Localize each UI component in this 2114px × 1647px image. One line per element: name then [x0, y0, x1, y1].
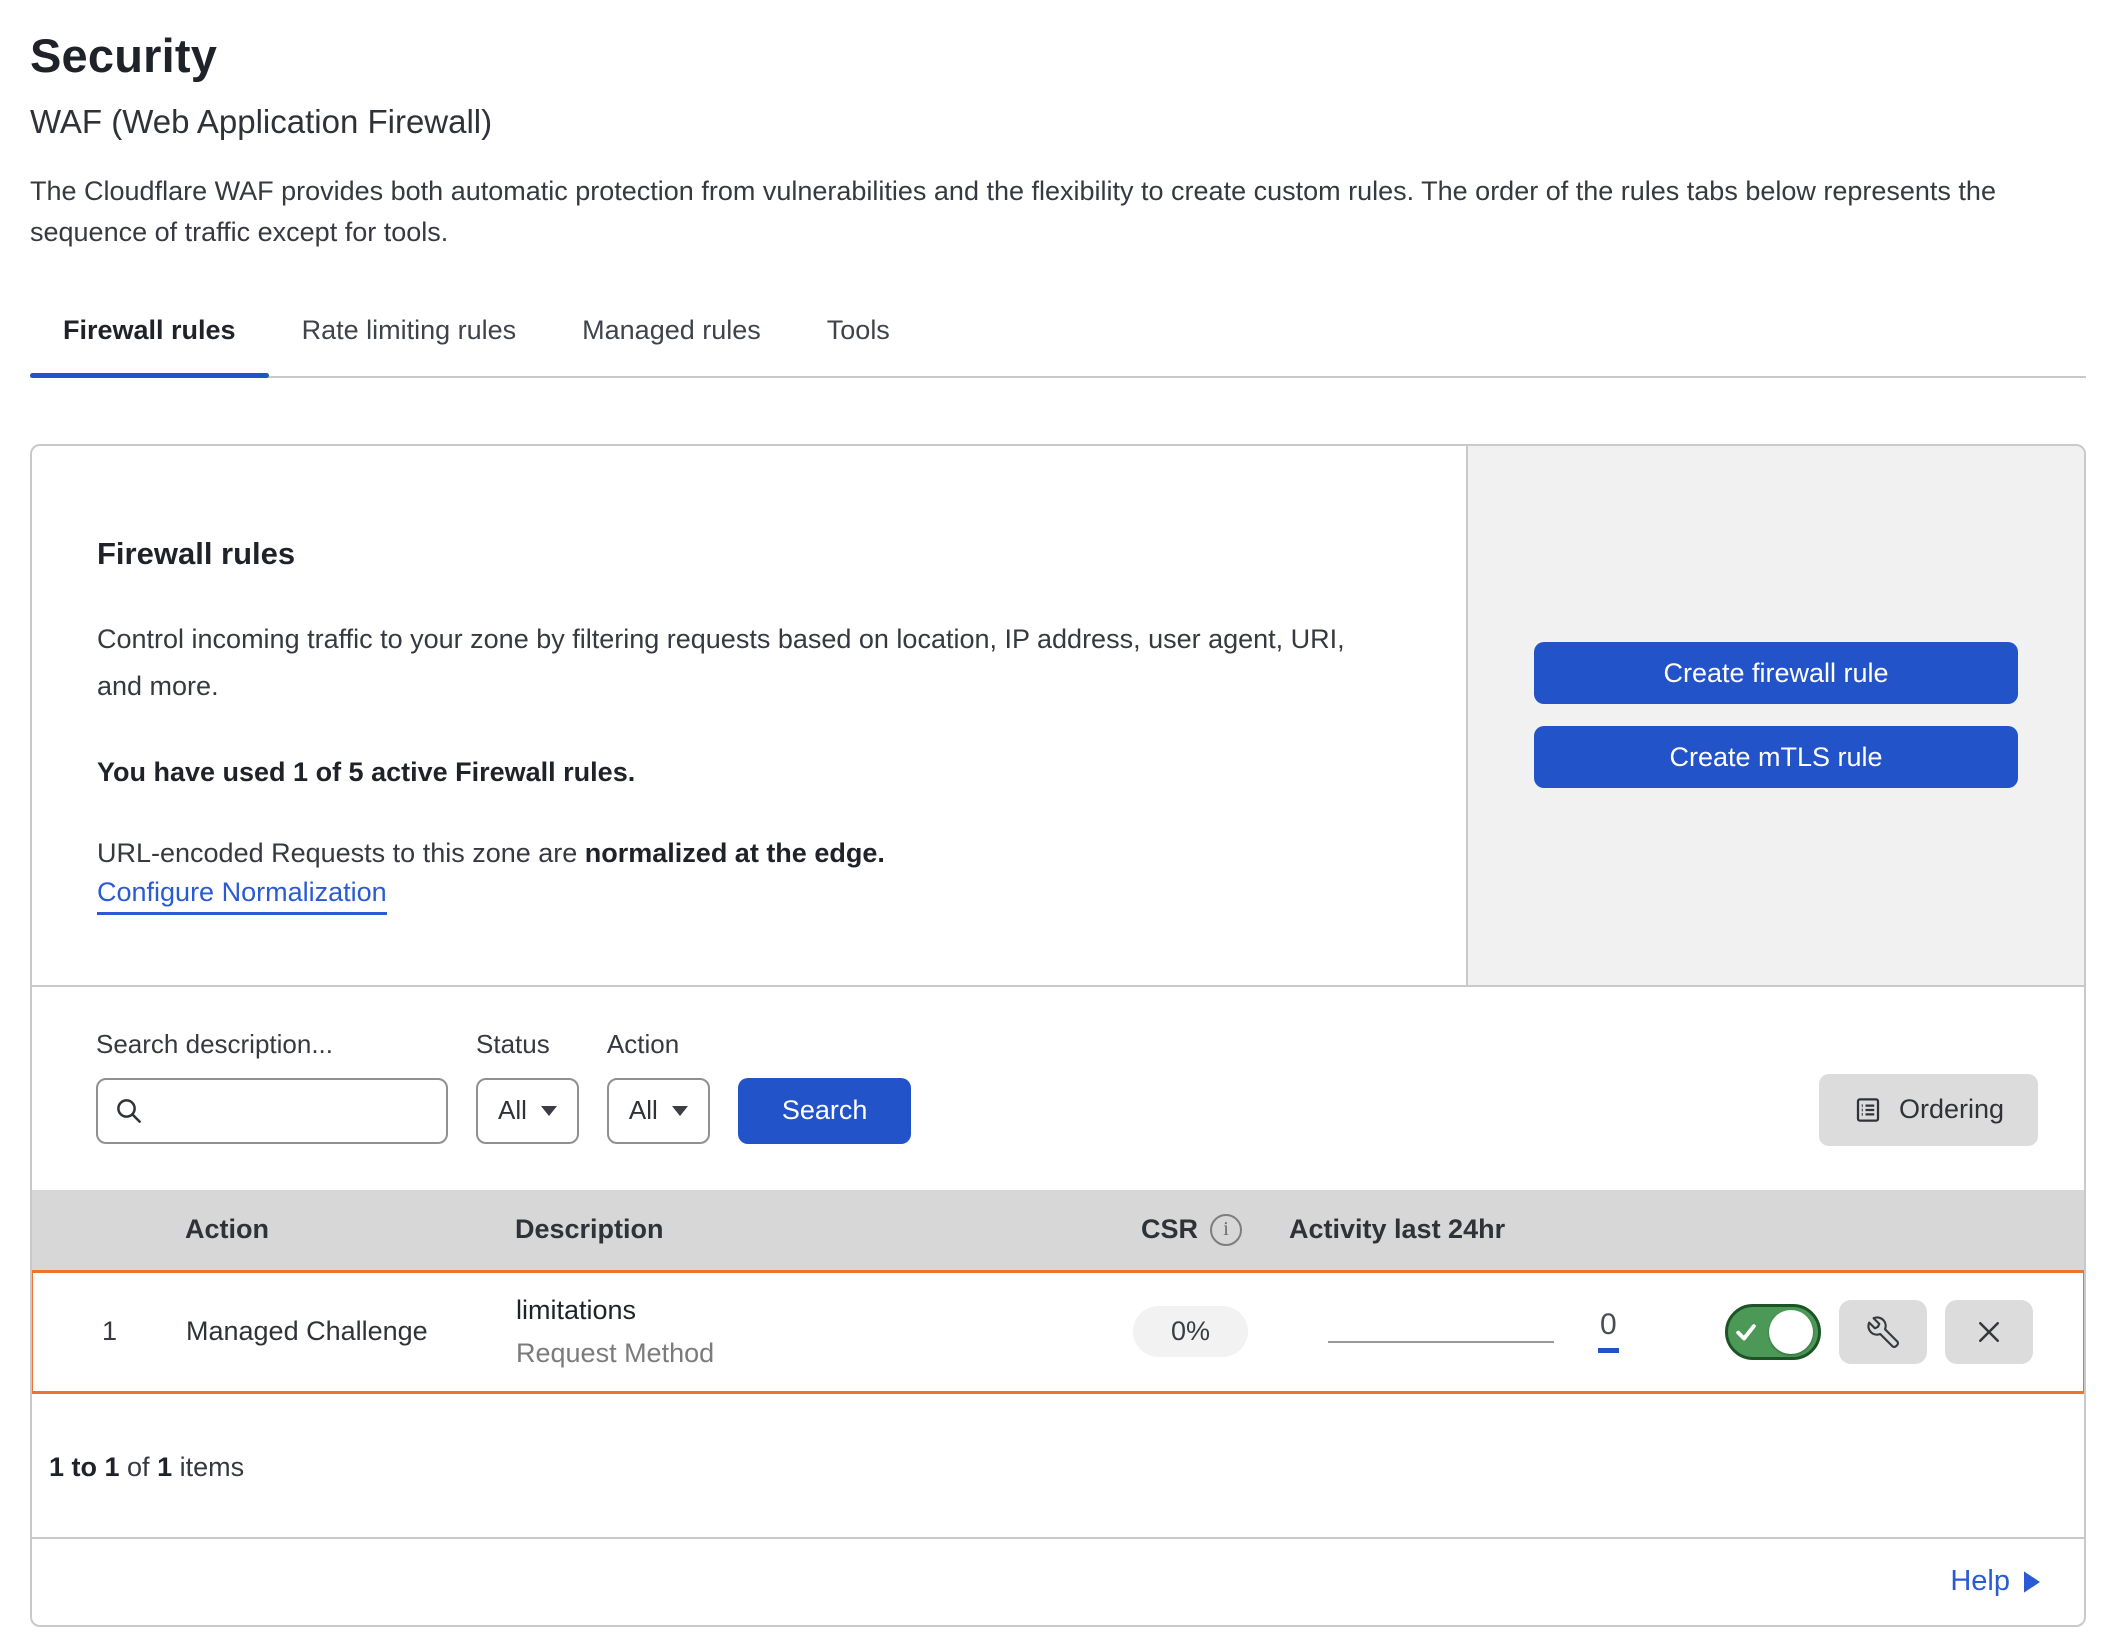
status-select[interactable]: All — [476, 1078, 579, 1144]
rule-activity-cell: 0 — [1288, 1310, 1728, 1353]
configure-normalization-link[interactable]: Configure Normalization — [97, 877, 387, 915]
summary-range: 1 to 1 — [49, 1452, 120, 1482]
rule-description-sub: Request Method — [516, 1338, 1093, 1369]
table-header: Action Description CSR i Activity last 2… — [32, 1190, 2084, 1270]
summary-of: of — [120, 1452, 158, 1482]
wrench-icon — [1867, 1316, 1899, 1348]
header-csr: CSR i — [1094, 1214, 1289, 1246]
tab-tools[interactable]: Tools — [794, 301, 923, 376]
activity-sparkline — [1328, 1341, 1554, 1343]
action-filter-group: Action All — [607, 1029, 710, 1144]
search-description-group: Search description... — [96, 1029, 448, 1144]
search-button[interactable]: Search — [738, 1078, 912, 1144]
search-input-box[interactable] — [96, 1078, 448, 1144]
help-arrow-icon — [2024, 1571, 2040, 1593]
card-heading: Firewall rules — [97, 536, 1406, 572]
normalization-prefix: URL-encoded Requests to this zone are — [97, 838, 585, 868]
activity-wrap: 0 — [1288, 1310, 1728, 1353]
help-row: Help — [32, 1539, 2084, 1625]
rule-csr-cell: 0% — [1093, 1306, 1288, 1357]
table-summary: 1 to 1 of 1 items — [32, 1394, 2084, 1539]
rule-priority: 1 — [33, 1316, 186, 1347]
tab-rate-limiting-rules[interactable]: Rate limiting rules — [269, 301, 550, 376]
firewall-rules-summary-text: Firewall rules Control incoming traffic … — [32, 446, 1466, 985]
search-input[interactable] — [156, 1095, 491, 1126]
filter-bar: Search description... Status All — [32, 987, 2084, 1190]
security-waf-page: Security WAF (Web Application Firewall) … — [30, 28, 2086, 1627]
toggle-knob — [1769, 1310, 1813, 1354]
page-description: The Cloudflare WAF provides both automat… — [30, 171, 2060, 253]
search-icon — [114, 1096, 144, 1126]
chevron-down-icon — [541, 1106, 557, 1116]
create-mtls-rule-button[interactable]: Create mTLS rule — [1534, 726, 2018, 788]
summary-items: items — [172, 1452, 244, 1482]
header-activity: Activity last 24hr — [1289, 1214, 1729, 1245]
create-rule-panel: Create firewall rule Create mTLS rule — [1466, 446, 2084, 985]
tab-managed-rules[interactable]: Managed rules — [549, 301, 794, 376]
status-label: Status — [476, 1029, 579, 1060]
edit-rule-button[interactable] — [1839, 1300, 1927, 1364]
header-csr-label: CSR — [1141, 1214, 1198, 1245]
rule-action: Managed Challenge — [186, 1316, 516, 1347]
action-label: Action — [607, 1029, 710, 1060]
normalization-bold: normalized at the edge. — [585, 838, 885, 868]
status-select-value: All — [498, 1095, 527, 1126]
page-subtitle: WAF (Web Application Firewall) — [30, 103, 2086, 141]
firewall-rules-summary-section: Firewall rules Control incoming traffic … — [32, 446, 2084, 987]
rule-description: limitations — [516, 1295, 1093, 1326]
header-description: Description — [515, 1214, 1094, 1245]
waf-tab-bar: Firewall rules Rate limiting rules Manag… — [30, 301, 2086, 378]
chevron-down-icon — [672, 1106, 688, 1116]
header-action: Action — [185, 1214, 515, 1245]
check-icon — [1733, 1319, 1759, 1345]
action-select[interactable]: All — [607, 1078, 710, 1144]
ordering-button-label: Ordering — [1899, 1094, 2004, 1125]
rule-controls — [1728, 1300, 2083, 1364]
ordering-button[interactable]: Ordering — [1819, 1074, 2038, 1146]
status-filter-group: Status All — [476, 1029, 579, 1144]
delete-rule-button[interactable] — [1945, 1300, 2033, 1364]
create-firewall-rule-button[interactable]: Create firewall rule — [1534, 642, 2018, 704]
firewall-rule-row[interactable]: 1 Managed Challenge limitations Request … — [30, 1270, 2086, 1394]
list-icon — [1853, 1095, 1883, 1125]
usage-text: You have used 1 of 5 active Firewall rul… — [97, 757, 1406, 788]
help-link[interactable]: Help — [1950, 1565, 2040, 1598]
info-icon[interactable]: i — [1210, 1214, 1242, 1246]
card-description: Control incoming traffic to your zone by… — [97, 616, 1367, 711]
summary-total: 1 — [157, 1452, 172, 1482]
csr-badge: 0% — [1133, 1306, 1248, 1357]
action-select-value: All — [629, 1095, 658, 1126]
normalization-text: URL-encoded Requests to this zone are no… — [97, 838, 1406, 869]
page-title: Security — [30, 28, 2086, 83]
search-description-label: Search description... — [96, 1029, 448, 1060]
rule-description-cell: limitations Request Method — [516, 1295, 1093, 1369]
tab-firewall-rules[interactable]: Firewall rules — [30, 301, 269, 376]
activity-count-link[interactable]: 0 — [1598, 1310, 1619, 1353]
rule-enabled-toggle[interactable] — [1725, 1304, 1821, 1360]
firewall-rules-card: Firewall rules Control incoming traffic … — [30, 444, 2086, 1627]
close-icon — [1974, 1317, 2004, 1347]
help-link-label: Help — [1950, 1565, 2010, 1598]
